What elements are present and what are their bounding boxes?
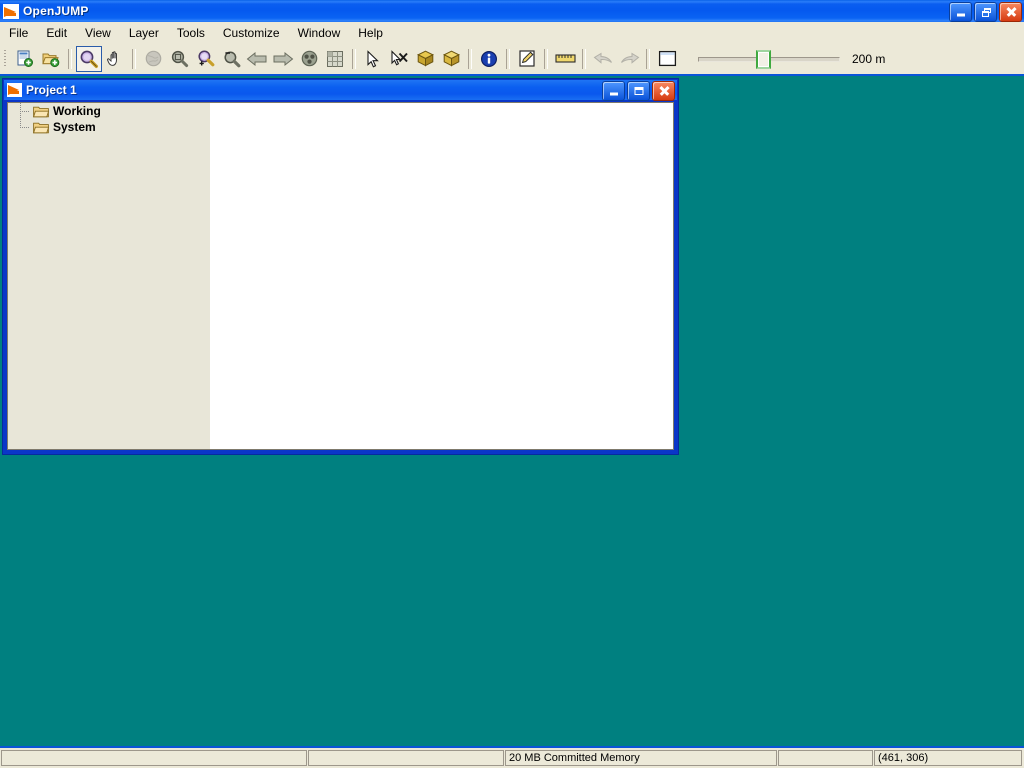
toolbar-separator xyxy=(544,48,548,69)
attribute-table-icon[interactable] xyxy=(322,46,348,72)
deselect-icon[interactable] xyxy=(386,46,412,72)
toolbar-separator xyxy=(68,48,72,69)
toolbar-separator xyxy=(506,48,510,69)
select-parts-icon[interactable] xyxy=(412,46,438,72)
layer-tree-node[interactable]: System xyxy=(8,119,205,135)
undo-icon xyxy=(590,46,616,72)
scale-label: 200 m xyxy=(852,51,886,66)
menu-item-file[interactable]: File xyxy=(0,24,37,42)
toolbar-separator xyxy=(582,48,586,69)
project-window[interactable]: Project 1 Working System xyxy=(2,78,679,455)
folder-icon xyxy=(32,105,50,118)
maximize-icon xyxy=(634,87,643,95)
layer-tree-node-label: Working xyxy=(53,104,101,118)
open-project-icon[interactable] xyxy=(38,46,64,72)
feature-info-icon[interactable] xyxy=(476,46,502,72)
layer-tree-panel[interactable]: Working System xyxy=(7,102,205,450)
mdi-minimize-button[interactable] xyxy=(602,81,625,101)
statusbar: 20 MB Committed Memory (461, 306) xyxy=(0,746,1024,768)
close-icon xyxy=(658,86,670,97)
next-extent-icon[interactable] xyxy=(270,46,296,72)
select-components-icon[interactable] xyxy=(438,46,464,72)
menu-item-edit[interactable]: Edit xyxy=(37,24,76,42)
coordinate-panel: (461, 306) xyxy=(874,750,1022,766)
toolbar-separator xyxy=(352,48,356,69)
app-window-controls xyxy=(949,2,1022,22)
menu-item-help[interactable]: Help xyxy=(349,24,392,42)
status-secondary-panel xyxy=(308,750,504,766)
scale-slider-thumb[interactable] xyxy=(756,49,772,69)
toolbar-separator xyxy=(646,48,650,69)
edit-tool-icon[interactable] xyxy=(514,46,540,72)
zoom-to-selected-icon[interactable] xyxy=(166,46,192,72)
status-message-panel xyxy=(1,750,307,766)
toolbar: 200 m xyxy=(0,43,1024,76)
measure-tool-icon[interactable] xyxy=(552,46,578,72)
project-window-title: Project 1 xyxy=(26,83,77,97)
scale-slider-group: 200 m xyxy=(698,48,885,70)
map-canvas[interactable] xyxy=(210,102,674,450)
zoom-full-extent-icon xyxy=(140,46,166,72)
project-window-body: Working System xyxy=(7,102,674,450)
project-window-titlebar[interactable]: Project 1 xyxy=(4,80,677,101)
close-icon xyxy=(1005,7,1017,18)
openjump-arrow-icon xyxy=(7,83,22,97)
menu-item-layer[interactable]: Layer xyxy=(120,24,168,42)
zoom-out-icon[interactable] xyxy=(218,46,244,72)
toolbar-drag-handle[interactable] xyxy=(2,48,9,70)
memory-panel: 20 MB Committed Memory xyxy=(505,750,777,766)
zoom-in-icon[interactable] xyxy=(192,46,218,72)
menu-item-window[interactable]: Window xyxy=(289,24,350,42)
redo-icon xyxy=(616,46,642,72)
menu-item-customize[interactable]: Customize xyxy=(214,24,289,42)
openjump-arrow-icon xyxy=(3,3,19,19)
scale-slider[interactable] xyxy=(698,48,840,70)
pan-tool-icon[interactable] xyxy=(102,46,128,72)
minimize-icon xyxy=(609,92,618,96)
layer-tree-node-label: System xyxy=(53,120,96,134)
zoom-tool-icon[interactable] xyxy=(76,45,102,72)
restore-icon xyxy=(981,8,991,17)
project-window-controls xyxy=(602,81,675,101)
zoom-to-features-icon[interactable] xyxy=(296,46,322,72)
new-project-icon[interactable] xyxy=(12,46,38,72)
minimize-button[interactable] xyxy=(949,2,972,22)
minimize-icon xyxy=(956,13,965,17)
select-features-icon[interactable] xyxy=(360,46,386,72)
menu-item-tools[interactable]: Tools xyxy=(168,24,214,42)
previous-extent-icon[interactable] xyxy=(244,46,270,72)
menu-item-view[interactable]: View xyxy=(76,24,120,42)
folder-icon xyxy=(32,121,50,134)
new-layer-view-icon[interactable] xyxy=(654,46,680,72)
app-title: OpenJUMP xyxy=(23,4,89,18)
layer-tree-node[interactable]: Working xyxy=(8,103,205,119)
tree-connector-icon xyxy=(20,103,33,119)
close-button[interactable] xyxy=(999,2,1022,22)
app-titlebar: OpenJUMP xyxy=(0,0,1024,22)
status-spacer-panel xyxy=(778,750,873,766)
restore-button[interactable] xyxy=(974,2,997,22)
menubar: File Edit View Layer Tools Customize Window Hel… xyxy=(0,22,1024,43)
mdi-close-button[interactable] xyxy=(652,81,675,101)
tree-connector-icon xyxy=(20,119,33,135)
toolbar-separator xyxy=(132,48,136,69)
toolbar-separator xyxy=(468,48,472,69)
mdi-maximize-button[interactable] xyxy=(627,81,650,101)
